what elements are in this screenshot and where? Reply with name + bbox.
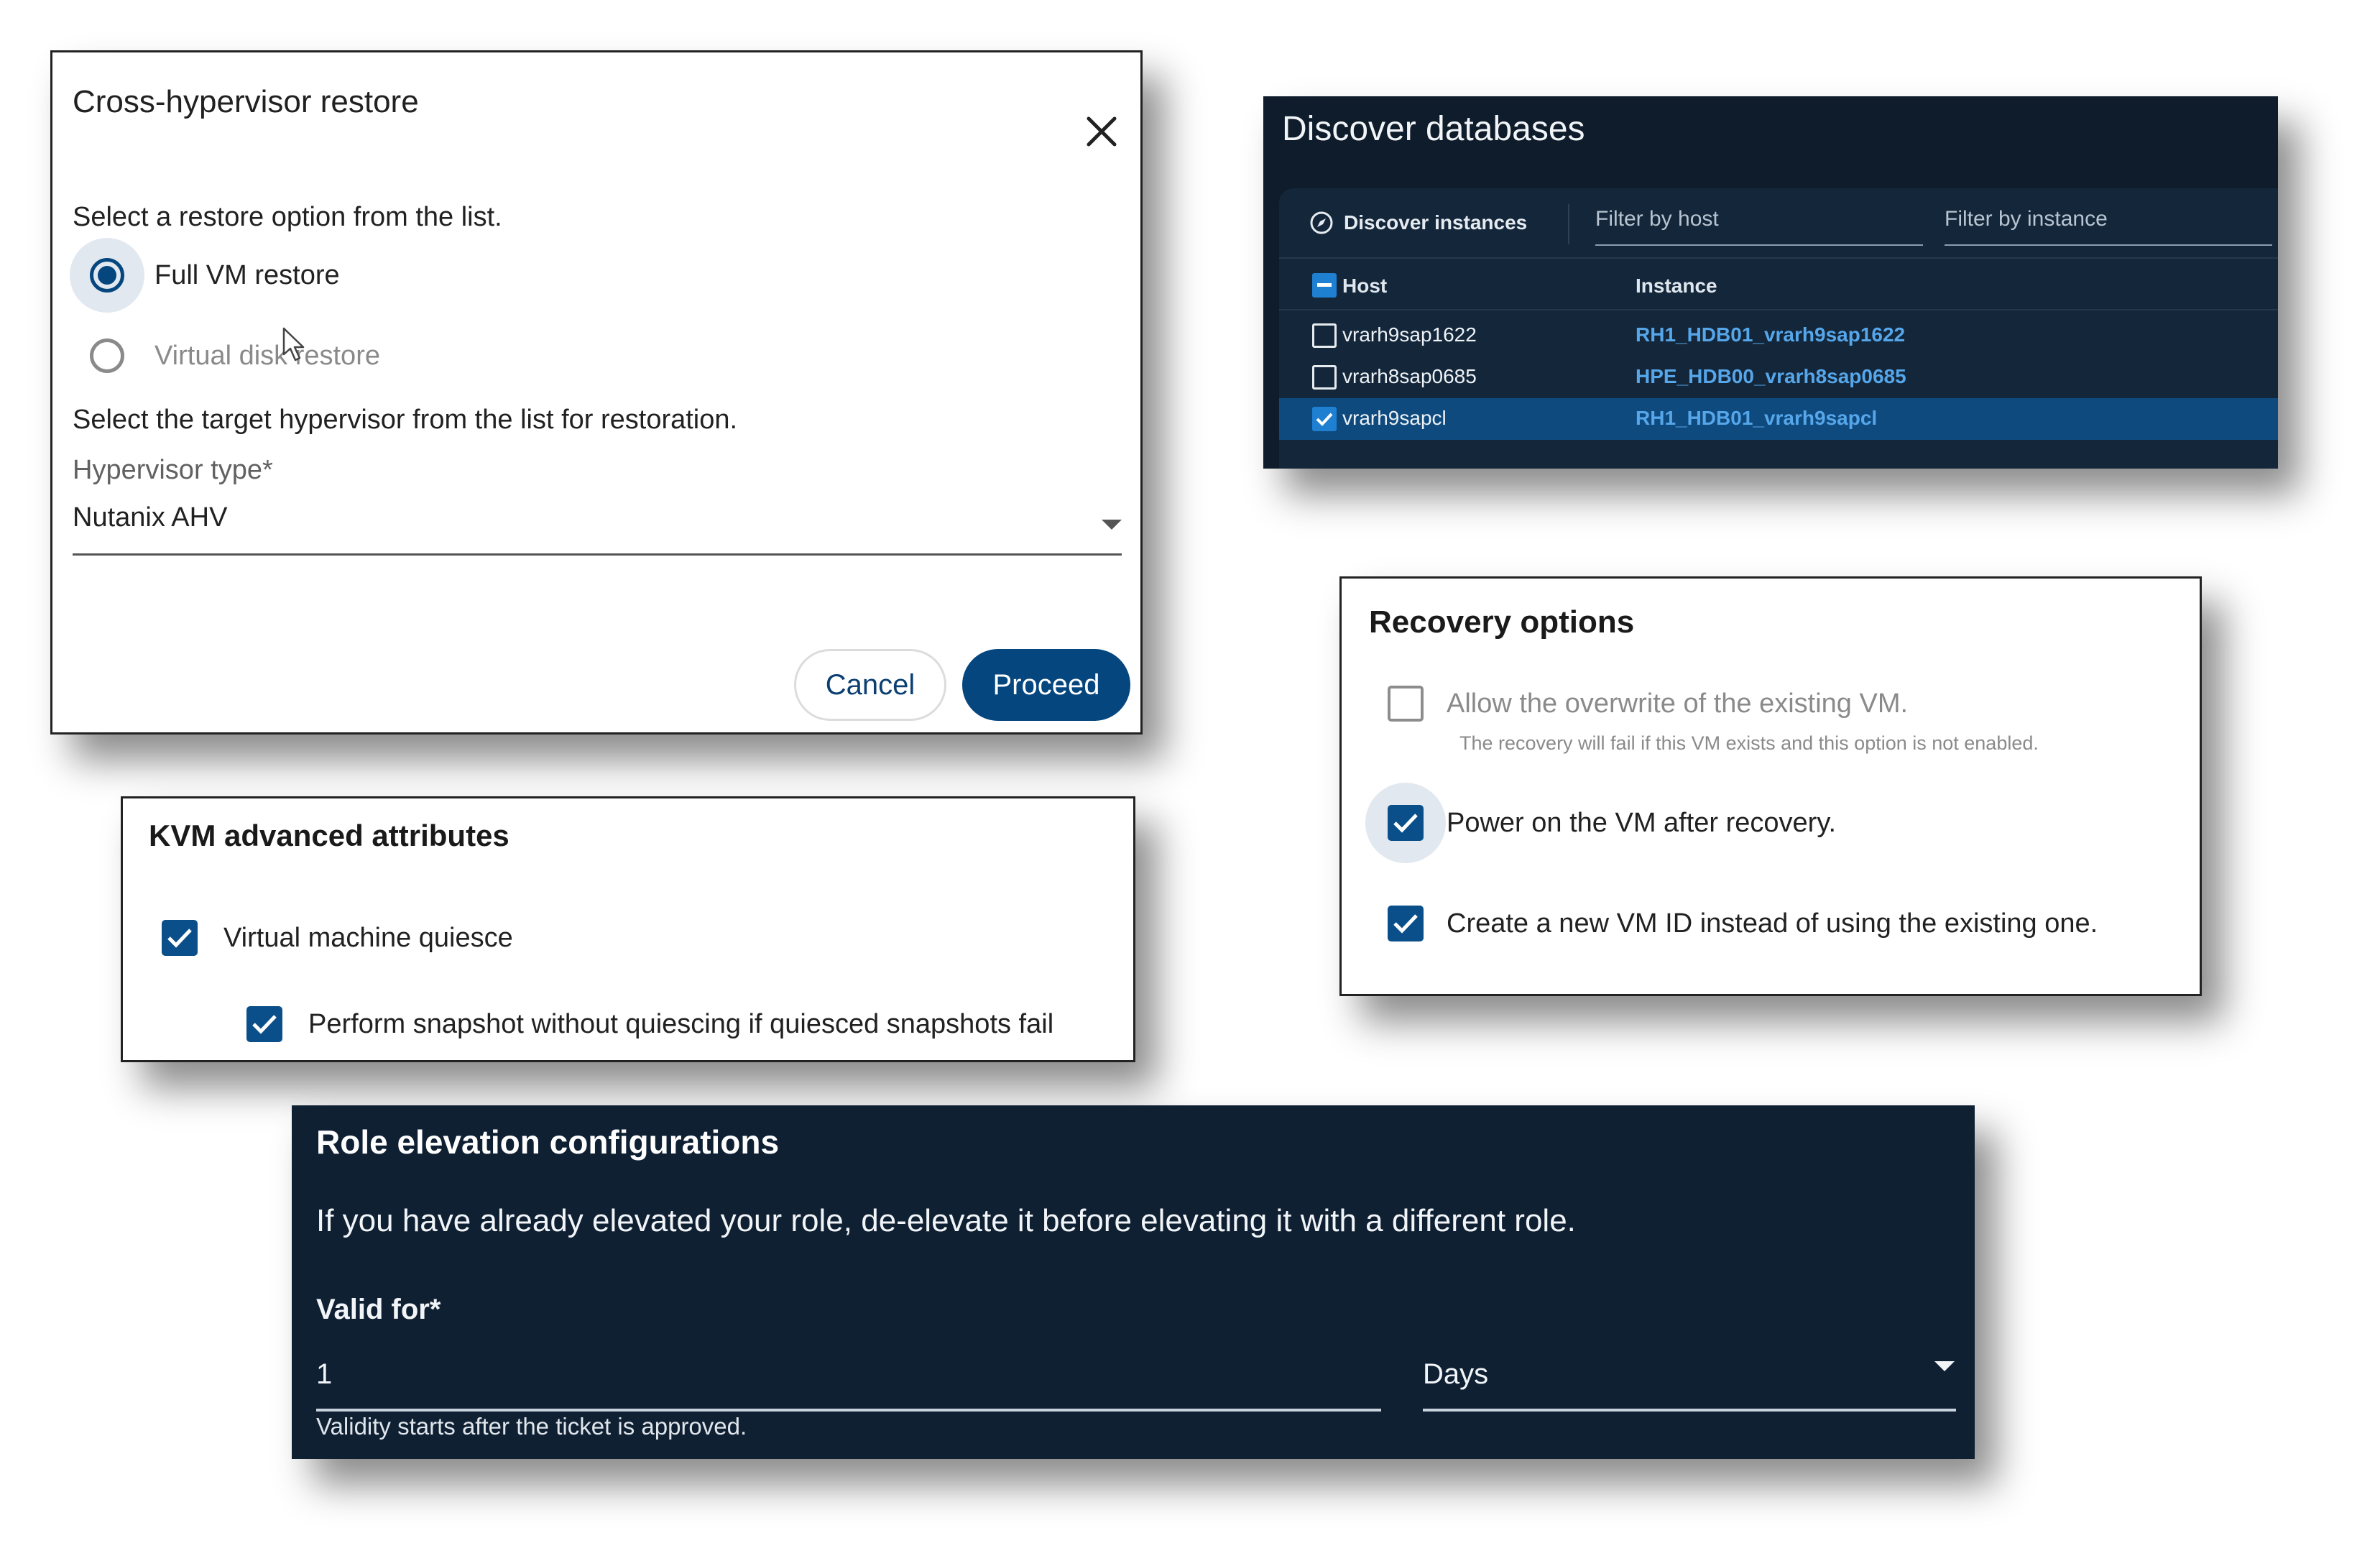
panel-title: KVM advanced attributes — [149, 819, 509, 852]
discover-databases-panel: Discover databases Discover instances Fi… — [1263, 96, 2278, 469]
check-icon — [167, 929, 192, 948]
option-label: Virtual machine quiesce — [223, 922, 513, 953]
instance-link[interactable]: HPE_HDB00_vrarh8sap0685 — [1636, 365, 1906, 388]
column-header-instance: Instance — [1636, 275, 1717, 297]
dropdown-caret-icon[interactable] — [1934, 1361, 1955, 1371]
filter-instance-placeholder: Filter by instance — [1945, 207, 2108, 231]
target-hypervisor-prompt: Select the target hypervisor from the li… — [73, 405, 738, 435]
table-row[interactable]: vrarh9sap1622 RH1_HDB01_vrarh9sap1622 — [1279, 315, 2278, 356]
duration-unit-select[interactable]: Days — [1423, 1343, 1956, 1412]
radio-checked-icon[interactable] — [90, 258, 124, 293]
option-snapshot-without-quiescing[interactable]: Perform snapshot without quiescing if qu… — [246, 1003, 1053, 1046]
cancel-button[interactable]: Cancel — [794, 649, 946, 721]
checkbox-focus-halo — [1365, 783, 1446, 863]
radio-label: Full VM restore — [154, 259, 340, 290]
option-allow-overwrite[interactable]: Allow the overwrite of the existing VM. — [1388, 682, 1908, 725]
check-icon — [1316, 413, 1333, 426]
role-elevation-panel: Role elevation configurations If you hav… — [292, 1105, 1975, 1459]
option-power-on-after-recovery[interactable]: Power on the VM after recovery. — [1365, 783, 1837, 863]
kvm-advanced-attributes-panel: KVM advanced attributes Virtual machine … — [121, 796, 1135, 1062]
option-label: Allow the overwrite of the existing VM. — [1447, 688, 1909, 719]
column-header-host: Host — [1342, 275, 1388, 297]
checkbox-checked[interactable] — [1388, 805, 1424, 841]
valid-for-label: Valid for* — [316, 1294, 441, 1325]
table-row[interactable]: vrarh8sap0685 HPE_HDB00_vrarh8sap0685 — [1279, 356, 2278, 398]
row-checkbox-checked[interactable] — [1312, 407, 1337, 431]
hypervisor-type-select[interactable]: Nutanix AHV — [73, 498, 1122, 556]
filter-by-instance-input[interactable]: Filter by instance — [1945, 201, 2272, 246]
discover-instances-button[interactable]: Discover instances — [1309, 204, 1527, 241]
checkbox-checked[interactable] — [246, 1006, 282, 1042]
role-description: If you have already elevated your role, … — [316, 1203, 1576, 1238]
close-icon[interactable] — [1080, 110, 1123, 153]
filter-by-host-input[interactable]: Filter by host — [1595, 201, 1923, 246]
check-icon — [1393, 814, 1418, 833]
row-checkbox[interactable] — [1312, 323, 1337, 348]
row-checkbox[interactable] — [1312, 365, 1337, 390]
discover-instances-label: Discover instances — [1344, 211, 1528, 234]
discover-table-card: Discover instances Filter by host Filter… — [1279, 188, 2278, 469]
checkbox-unchecked[interactable] — [1388, 686, 1424, 722]
option-virtual-machine-quiesce[interactable]: Virtual machine quiesce — [162, 916, 513, 959]
select-all-checkbox[interactable] — [1312, 273, 1337, 298]
dialog-title: Cross-hypervisor restore — [73, 84, 419, 119]
checkbox-checked[interactable] — [1388, 906, 1424, 941]
check-icon — [1393, 914, 1418, 934]
valid-for-value: 1 — [316, 1358, 333, 1390]
radio-full-vm-restore[interactable]: Full VM restore — [70, 238, 340, 313]
valid-for-input[interactable]: 1 — [316, 1343, 1381, 1412]
discover-toolbar: Discover instances Filter by host Filter… — [1279, 188, 2278, 257]
panel-title: Recovery options — [1369, 604, 1635, 640]
hypervisor-type-label: Hypervisor type* — [73, 455, 273, 485]
cross-hypervisor-restore-dialog: Cross-hypervisor restore Select a restor… — [50, 50, 1143, 735]
option-label: Perform snapshot without quiescing if qu… — [308, 1008, 1054, 1039]
option-label: Create a new VM ID instead of using the … — [1447, 908, 2098, 939]
toolbar-divider — [1568, 204, 1569, 244]
hypervisor-type-value: Nutanix AHV — [73, 502, 228, 533]
mouse-cursor-icon — [281, 327, 310, 363]
restore-option-prompt: Select a restore option from the list. — [73, 202, 502, 232]
panel-title: Role elevation configurations — [316, 1123, 780, 1161]
host-cell: vrarh9sap1622 — [1342, 323, 1477, 346]
host-cell: vrarh8sap0685 — [1342, 365, 1477, 387]
radio-unchecked-icon[interactable] — [90, 339, 124, 373]
check-icon — [252, 1015, 277, 1034]
compass-icon — [1310, 211, 1333, 234]
duration-unit-value: Days — [1423, 1358, 1489, 1390]
validity-help-text: Validity starts after the ticket is appr… — [316, 1413, 747, 1440]
table-header: Host Instance — [1279, 257, 2278, 310]
checkbox-checked[interactable] — [162, 920, 198, 956]
radio-virtual-disk-restore[interactable]: Virtual disk restore — [73, 320, 380, 392]
instance-link[interactable]: RH1_HDB01_vrarh9sap1622 — [1636, 323, 1905, 346]
recovery-options-panel: Recovery options Allow the overwrite of … — [1339, 576, 2202, 996]
option-label: Power on the VM after recovery. — [1447, 807, 1837, 838]
instance-link[interactable]: RH1_HDB01_vrarh9sapcl — [1636, 407, 1877, 430]
table-row-selected[interactable]: vrarh9sapcl RH1_HDB01_vrarh9sapcl — [1279, 398, 2278, 440]
filter-host-placeholder: Filter by host — [1595, 207, 1719, 231]
option-help-text: The recovery will fail if this VM exists… — [1459, 732, 2039, 754]
option-create-new-vm-id[interactable]: Create a new VM ID instead of using the … — [1388, 902, 2098, 945]
radio-label: Virtual disk restore — [154, 340, 380, 371]
host-cell: vrarh9sapcl — [1342, 407, 1447, 429]
proceed-button[interactable]: Proceed — [962, 649, 1130, 721]
panel-title: Discover databases — [1282, 110, 1585, 148]
dropdown-caret-icon[interactable] — [1102, 520, 1122, 530]
